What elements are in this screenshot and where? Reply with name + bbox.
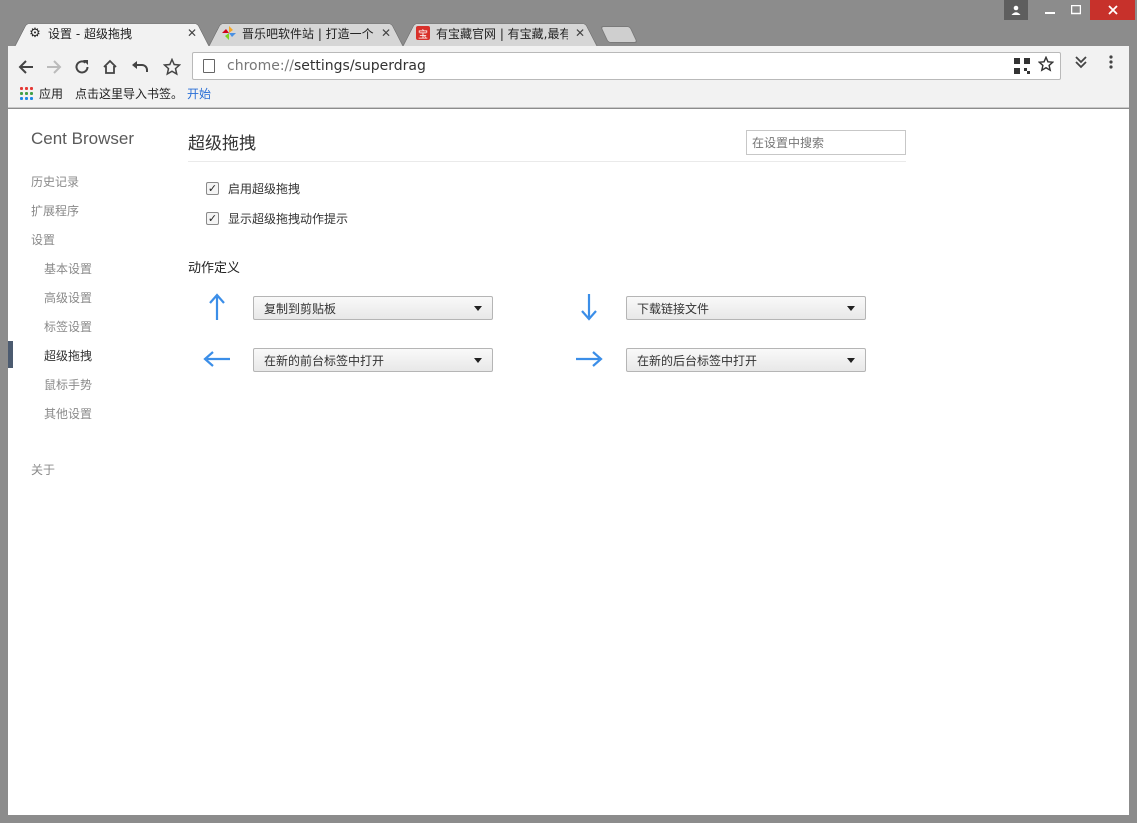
star-icon <box>163 58 181 76</box>
sidebar-item-mouse-gestures[interactable]: 鼠标手势 <box>44 376 92 393</box>
show-hint-label: 显示超级拖拽动作提示 <box>228 212 349 226</box>
sidebar-item-extensions[interactable]: 扩展程序 <box>31 202 79 219</box>
forward-arrow-icon <box>47 60 62 74</box>
home-icon <box>103 59 117 74</box>
tab-jinleba[interactable]: 晋乐吧软件站 | 打造一个 ✕ <box>208 19 404 47</box>
show-hint-row[interactable]: ✓ 显示超级拖拽动作提示 <box>206 210 348 227</box>
new-tab-button[interactable] <box>600 26 638 43</box>
sidebar-item-superdrag[interactable]: 超级拖拽 <box>44 347 92 364</box>
sidebar-item-other[interactable]: 其他设置 <box>44 405 92 422</box>
reload-icon <box>75 60 89 74</box>
action-up-select[interactable]: 复制到剪贴板 <box>253 296 493 320</box>
section-title: 动作定义 <box>188 261 241 276</box>
action-left-value: 在新的前台标签中打开 <box>264 353 385 368</box>
menu-icon[interactable] <box>1100 55 1122 73</box>
tab-title: 有宝藏官网 | 有宝藏,最有 <box>436 26 569 41</box>
selected-indicator <box>8 341 13 368</box>
show-hint-checkbox[interactable]: ✓ <box>206 212 219 225</box>
arrow-down-icon <box>574 292 604 322</box>
window-frame <box>0 46 8 823</box>
star-icon[interactable] <box>1037 55 1055 76</box>
apps-grid-icon[interactable] <box>19 86 33 100</box>
tab-title: 设置 - 超级拖拽 <box>48 26 132 41</box>
tab-settings[interactable]: ⚙ 设置 - 超级拖拽 ✕ <box>14 19 210 47</box>
arrow-up-icon <box>202 292 232 322</box>
action-down-select[interactable]: 下载链接文件 <box>626 296 866 320</box>
sidebar-item-settings[interactable]: 设置 <box>31 231 55 248</box>
brand-title: Cent Browser <box>31 129 134 148</box>
browser-window: ⚙ 设置 - 超级拖拽 ✕ 晋乐吧软件站 | 打造一个 ✕ 宝 有宝藏官网 | … <box>0 0 1137 823</box>
qr-code-icon[interactable] <box>1014 58 1030 74</box>
reload-button[interactable] <box>70 55 94 79</box>
forward-button[interactable] <box>42 55 66 79</box>
home-button[interactable] <box>98 55 122 79</box>
action-up-value: 复制到剪贴板 <box>264 301 337 316</box>
address-bar[interactable]: chrome://settings/superdrag <box>192 52 1061 80</box>
bookmark-start-link[interactable]: 开始 <box>187 85 211 102</box>
bookmark-apps[interactable]: 应用 <box>39 85 63 102</box>
settings-sidebar: Cent Browser 历史记录 扩展程序 设置 基本设置 高级设置 标签设置… <box>8 109 178 815</box>
sidebar-item-advanced[interactable]: 高级设置 <box>44 289 92 306</box>
sidebar-item-basic[interactable]: 基本设置 <box>44 260 92 277</box>
sidebar-item-history[interactable]: 历史记录 <box>31 173 79 190</box>
action-left-select[interactable]: 在新的前台标签中打开 <box>253 348 493 372</box>
page-icon <box>203 59 215 73</box>
arrow-right-icon <box>574 344 604 374</box>
tab-youbaozang[interactable]: 宝 有宝藏官网 | 有宝藏,最有 ✕ <box>402 19 598 47</box>
enable-superdrag-checkbox[interactable]: ✓ <box>206 182 219 195</box>
arrow-left-icon <box>202 344 232 374</box>
maximize-button[interactable] <box>1060 0 1092 20</box>
pinwheel-icon <box>222 26 236 40</box>
window-close-button[interactable] <box>1090 0 1135 20</box>
bookmarks-bar: 应用 点击这里导入书签。 开始 <box>8 82 211 104</box>
gear-icon: ⚙ <box>29 25 41 41</box>
toolbar: chrome://settings/superdrag 应用 点击这里导入书签。… <box>8 46 1129 108</box>
back-button[interactable] <box>14 55 38 79</box>
close-icon[interactable]: ✕ <box>380 26 392 40</box>
settings-search-input[interactable] <box>746 130 906 155</box>
back-arrow-icon <box>18 60 33 74</box>
action-down-value: 下载链接文件 <box>637 301 710 316</box>
enable-superdrag-row[interactable]: ✓ 启用超级拖拽 <box>206 180 300 197</box>
bookmark-import-hint: 点击这里导入书签。 <box>75 86 184 101</box>
close-icon[interactable]: ✕ <box>574 26 586 40</box>
url-text[interactable]: chrome://settings/superdrag <box>227 58 1014 74</box>
sidebar-item-tabs[interactable]: 标签设置 <box>44 318 92 335</box>
chevron-down-icon <box>474 305 482 311</box>
sidebar-item-about[interactable]: 关于 <box>31 461 55 478</box>
chevron-down-icon <box>847 357 855 363</box>
undo-close-button[interactable] <box>128 55 152 79</box>
tab-title: 晋乐吧软件站 | 打造一个 <box>242 26 374 41</box>
settings-page: Cent Browser 历史记录 扩展程序 设置 基本设置 高级设置 标签设置… <box>8 109 1129 815</box>
page-title: 超级拖拽 <box>188 134 256 154</box>
title-divider <box>188 161 906 162</box>
enable-superdrag-label: 启用超级拖拽 <box>228 182 301 196</box>
action-right-select[interactable]: 在新的后台标签中打开 <box>626 348 866 372</box>
bao-icon: 宝 <box>416 26 430 41</box>
undo-icon <box>132 61 148 72</box>
tab-strip: ⚙ 设置 - 超级拖拽 ✕ 晋乐吧软件站 | 打造一个 ✕ 宝 有宝藏官网 | … <box>0 0 1137 47</box>
action-right-value: 在新的后台标签中打开 <box>637 353 758 368</box>
profile-icon[interactable] <box>1004 0 1028 20</box>
extensions-chevron-icon[interactable] <box>1070 55 1092 73</box>
chevron-down-icon <box>847 305 855 311</box>
close-icon[interactable]: ✕ <box>186 26 198 40</box>
chevron-down-icon <box>474 357 482 363</box>
bookmark-star-button[interactable] <box>160 55 184 79</box>
